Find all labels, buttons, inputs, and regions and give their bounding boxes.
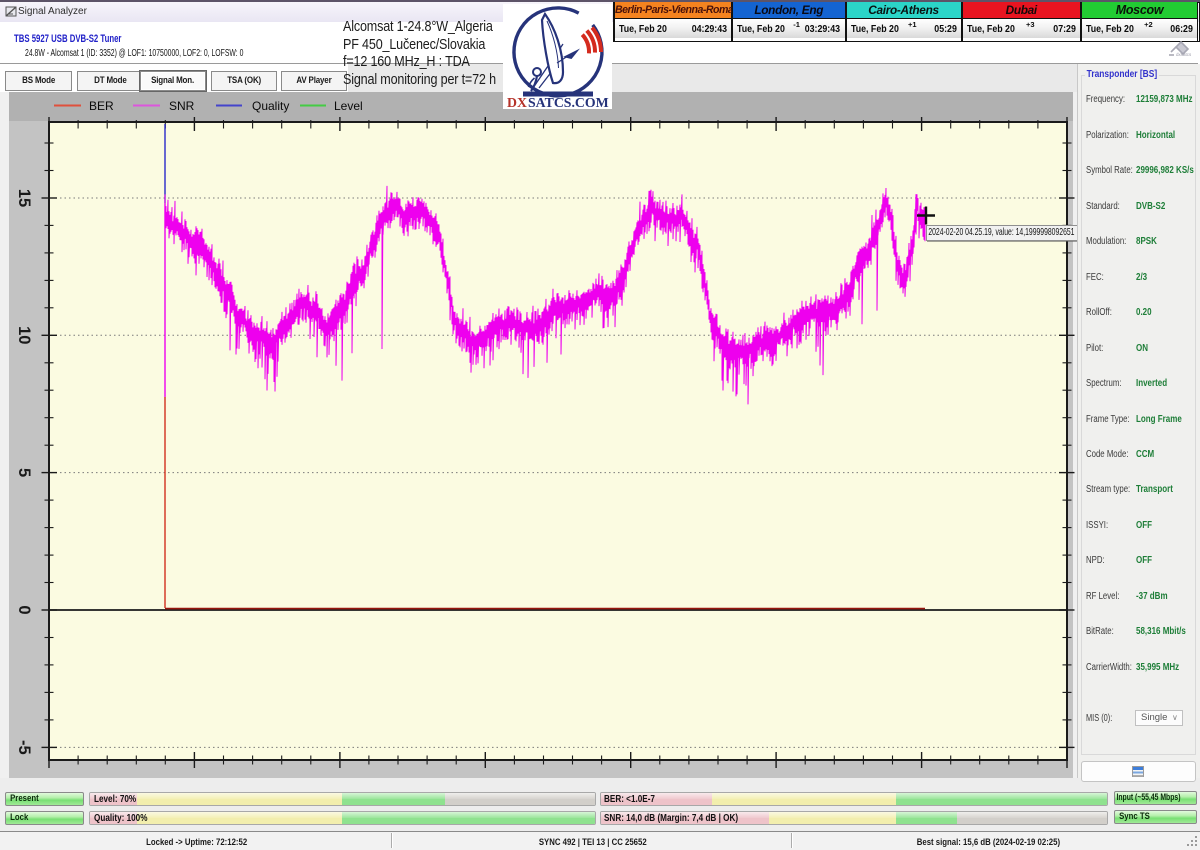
svg-text:SATCS.COM: SATCS.COM — [528, 95, 609, 109]
svg-text:10: 10 — [15, 326, 33, 344]
svg-text:DX: DX — [507, 95, 527, 109]
svg-text:-5: -5 — [15, 740, 33, 755]
svg-text:0: 0 — [15, 605, 33, 614]
svg-text:15: 15 — [15, 189, 33, 207]
svg-text:5: 5 — [15, 468, 33, 477]
svg-text:dxsatcs: dxsatcs — [1176, 52, 1191, 57]
